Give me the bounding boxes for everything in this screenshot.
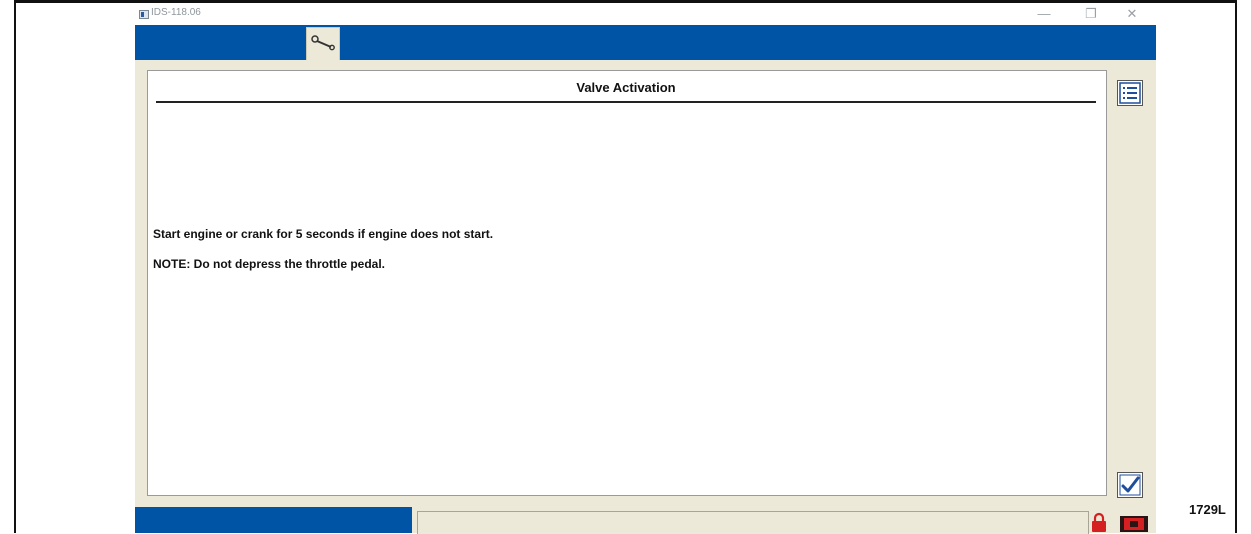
vci-connector-icon[interactable]: [1120, 514, 1148, 532]
app-icon: [139, 10, 149, 19]
app-window: IDS-118.06 — ❐ ✕ Valve Activation Start …: [135, 3, 1156, 534]
toolbar: [135, 25, 1156, 60]
status-bar-left: [135, 507, 412, 533]
list-icon: [1119, 82, 1141, 104]
checkmark-icon: [1119, 474, 1141, 496]
main-panel: Valve Activation Start engine or crank f…: [147, 70, 1107, 496]
instruction-text: Start engine or crank for 5 seconds if e…: [153, 227, 494, 241]
lock-icon[interactable]: [1090, 512, 1108, 532]
window-title: IDS-118.06: [151, 7, 201, 18]
tab-toolbox[interactable]: [306, 27, 340, 60]
note-text: NOTE: Do not depress the throttle pedal.: [153, 257, 386, 271]
close-button[interactable]: ✕: [1115, 4, 1149, 24]
list-button[interactable]: [1117, 80, 1143, 106]
status-message-field: [417, 511, 1089, 534]
title-divider: [156, 101, 1096, 103]
wrench-icon: [311, 35, 335, 51]
figure-label: 1729L: [1189, 502, 1226, 517]
status-bar-right: [412, 507, 1156, 534]
page-title: Valve Activation: [576, 80, 676, 95]
title-bar: IDS-118.06 — ❐ ✕: [135, 3, 1156, 25]
confirm-button[interactable]: [1117, 472, 1143, 498]
maximize-button[interactable]: ❐: [1074, 4, 1108, 24]
outer-frame-right: [1235, 0, 1237, 533]
outer-frame-left: [14, 0, 16, 533]
minimize-button[interactable]: —: [1027, 4, 1061, 24]
